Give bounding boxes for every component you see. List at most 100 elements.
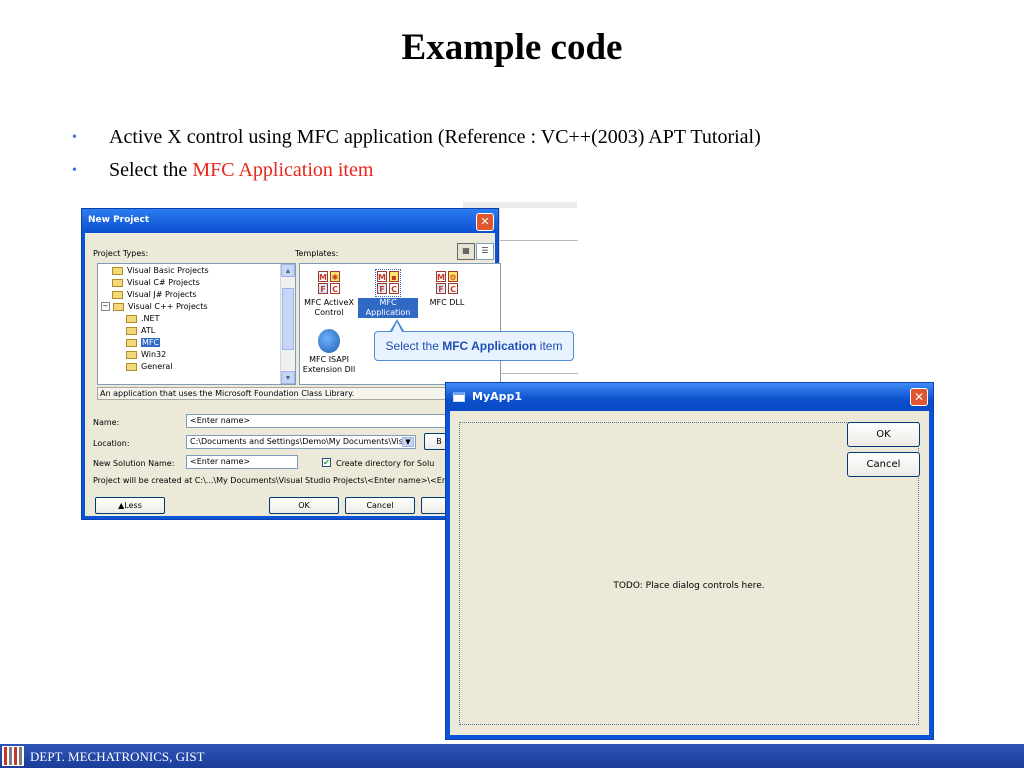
mfc-activex-icon: M ✱ F C — [318, 271, 340, 294]
new-project-body: Project Types: Templates: ▦ ☰ Visual Bas… — [85, 233, 501, 516]
template-mfc-dll[interactable]: M ⚙ F C MFC DLL — [417, 270, 477, 308]
large-icons-view-button[interactable]: ▦ — [457, 243, 475, 260]
gist-logo-icon — [2, 746, 24, 766]
tree-item-label: Visual C# Projects — [127, 278, 200, 287]
scroll-down-button[interactable]: ▼ — [281, 371, 295, 384]
mfc-dll-icon: M ⚙ F C — [436, 271, 458, 294]
checkmark-icon: ✔ — [323, 458, 330, 467]
tree-item-label: ATL — [141, 326, 156, 335]
tree-item-label: Visual Basic Projects — [127, 266, 209, 275]
close-icon: ✕ — [480, 215, 490, 228]
folder-icon — [112, 266, 123, 275]
tree-item-visual-jsharp[interactable]: Visual J# Projects — [112, 290, 197, 302]
todo-text: TODO: Place dialog controls here. — [613, 581, 765, 591]
new-project-titlebar[interactable]: New Project ✕ — [82, 209, 498, 233]
callout-bold: MFC Application — [442, 339, 537, 353]
template-mfc-activex[interactable]: M ✱ F C MFC ActiveX Control — [300, 270, 359, 318]
small-icons-view-button[interactable]: ☰ — [476, 243, 494, 260]
close-button[interactable]: ✕ — [910, 388, 928, 406]
divider — [500, 373, 578, 374]
new-project-dialog: New Project ✕ Project Types: Templates: … — [81, 208, 501, 520]
location-value: C:\Documents and Settings\Demo\My Docume… — [190, 437, 413, 446]
myapp-title: MyApp1 — [472, 390, 523, 403]
window-icon — [453, 392, 465, 402]
bullet-text: Active X control using MFC application (… — [109, 126, 761, 148]
tree-item-visual-basic[interactable]: Visual Basic Projects — [112, 266, 209, 278]
template-mfc-isapi[interactable]: MFC ISAPI Extension Dll — [300, 329, 359, 375]
slide-title: Example code — [401, 27, 623, 68]
footer-text: DEPT. MECHATRONICS, GIST — [30, 749, 205, 764]
tree-item-label: Visual C++ Projects — [128, 302, 208, 311]
template-description: An application that uses the Microsoft F… — [97, 387, 493, 400]
callout-prefix: Select the — [385, 339, 443, 353]
new-project-title: New Project — [88, 215, 150, 225]
mfc-application-icon: M ▪ F C — [375, 269, 401, 297]
open-folder-icon — [126, 338, 137, 347]
project-types-tree[interactable]: Visual Basic Projects Visual C# Projects… — [97, 263, 296, 385]
folder-icon — [126, 362, 137, 371]
bullet-prefix: Select the — [109, 159, 193, 181]
project-path-info: Project will be created at C:\...\My Doc… — [93, 476, 459, 485]
tree-item-label: Win32 — [141, 350, 167, 359]
folder-icon — [112, 290, 123, 299]
myapp-dialog: MyApp1 ✕ TODO: Place dialog controls her… — [445, 382, 934, 740]
folder-icon — [112, 278, 123, 287]
solution-name-label: New Solution Name: — [93, 459, 175, 468]
name-label: Name: — [93, 418, 120, 427]
bullet-icon: • — [72, 163, 77, 178]
close-icon: ✕ — [913, 390, 925, 404]
location-combo[interactable]: C:\Documents and Settings\Demo\My Docume… — [186, 435, 416, 449]
list-icon: ☰ — [481, 246, 489, 255]
scroll-thumb[interactable] — [282, 288, 294, 350]
ok-button[interactable]: OK — [847, 422, 920, 447]
project-types-label: Project Types: — [93, 249, 149, 258]
callout-bubble: Select the MFC Application item — [374, 331, 574, 361]
folder-icon — [126, 350, 137, 359]
template-label: MFC DLL — [429, 298, 465, 307]
bullet-icon: • — [72, 130, 77, 145]
chevron-down-icon[interactable]: ▼ — [402, 437, 414, 447]
callout-pointer-fill — [392, 322, 402, 332]
create-directory-label: Create directory for Solu — [336, 459, 435, 468]
scroll-up-button[interactable]: ▲ — [281, 264, 295, 277]
tree-scrollbar[interactable]: ▲ ▼ — [280, 264, 295, 384]
tree-item-visual-cpp[interactable]: − Visual C++ Projects — [101, 302, 208, 314]
folder-icon — [113, 302, 124, 311]
name-input[interactable]: <Enter name> — [186, 414, 446, 428]
template-label: MFC ISAPI Extension Dll — [302, 355, 356, 374]
cancel-button[interactable]: Cancel — [847, 452, 920, 477]
tree-item-mfc[interactable]: MFC — [126, 338, 161, 350]
footer-bar: DEPT. MECHATRONICS, GIST — [0, 744, 1024, 768]
globe-icon — [318, 329, 340, 353]
create-directory-checkbox[interactable]: ✔ — [322, 458, 331, 467]
tree-item-label: MFC — [141, 338, 161, 347]
ok-button[interactable]: OK — [269, 497, 339, 514]
folder-icon — [126, 314, 137, 323]
collapse-icon[interactable]: − — [101, 302, 110, 311]
tree-item-general[interactable]: General — [126, 362, 173, 374]
bullet-text: Select the MFC Application item — [109, 159, 373, 182]
tree-item-net[interactable]: .NET — [126, 314, 159, 326]
large-icons-icon: ▦ — [462, 246, 470, 255]
tree-item-label: Visual J# Projects — [127, 290, 197, 299]
template-mfc-application[interactable]: M ▪ F C MFC Application — [358, 269, 418, 318]
tree-item-visual-csharp[interactable]: Visual C# Projects — [112, 278, 200, 290]
tree-item-atl[interactable]: ATL — [126, 326, 155, 338]
myapp-titlebar[interactable]: MyApp1 ✕ — [446, 383, 933, 411]
folder-icon — [126, 326, 137, 335]
close-button[interactable]: ✕ — [476, 213, 494, 231]
less-button[interactable]: ▲Less — [95, 497, 165, 514]
tree-item-label: General — [141, 362, 173, 371]
less-label: Less — [124, 501, 142, 510]
tree-item-label: .NET — [141, 314, 160, 323]
callout-suffix: item — [536, 339, 563, 353]
bullet-highlight: MFC Application item — [192, 159, 374, 181]
myapp-body: TODO: Place dialog controls here. OK Can… — [450, 411, 929, 735]
cancel-button[interactable]: Cancel — [345, 497, 415, 514]
divider — [500, 240, 578, 241]
template-label: MFC ActiveX Control — [304, 298, 354, 317]
templates-label: Templates: — [295, 249, 339, 258]
tree-item-win32[interactable]: Win32 — [126, 350, 166, 362]
template-label: MFC Application — [358, 298, 418, 318]
solution-name-input[interactable]: <Enter name> — [186, 455, 298, 469]
